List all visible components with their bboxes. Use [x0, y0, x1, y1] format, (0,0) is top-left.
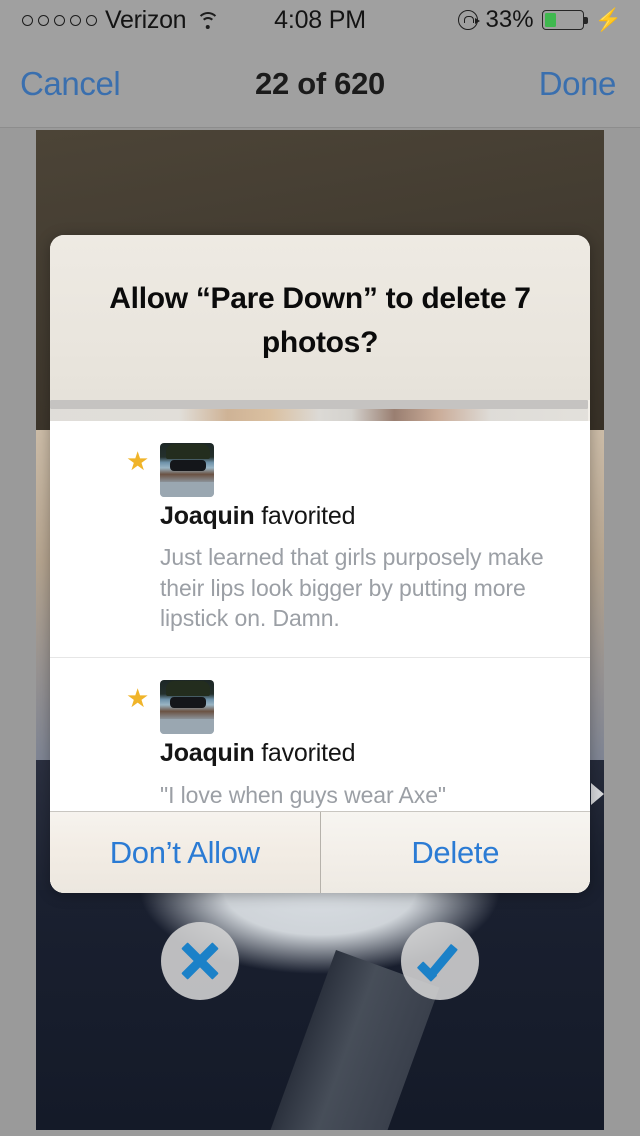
- notification-quote: "I love when guys wear Axe": [160, 781, 446, 808]
- permission-alert-dialog: Allow “Pare Down” to delete 7 photos? ★ …: [50, 235, 590, 893]
- reject-photo-button[interactable]: [161, 922, 239, 1000]
- done-button[interactable]: Done: [539, 65, 617, 103]
- status-bar-right: 33% ⚡: [457, 0, 622, 40]
- notification-action: favorited: [261, 739, 356, 768]
- notification-action: favorited: [261, 502, 356, 530]
- notification-title: Joaquin favorited: [160, 738, 562, 769]
- notification-title: Joaquin favorited: [160, 501, 562, 532]
- list-item[interactable]: ★ Joaquin favorited Just learned that gi…: [50, 421, 590, 658]
- notification-actor: Joaquin: [160, 502, 255, 530]
- battery-percent-label: 33%: [485, 6, 534, 33]
- check-mark-icon: [417, 940, 463, 982]
- rotation-lock-icon: [457, 10, 480, 30]
- battery-icon: [541, 10, 588, 30]
- accept-photo-button[interactable]: [401, 922, 479, 1000]
- charging-bolt-icon: ⚡: [594, 7, 622, 32]
- scrollbar-track[interactable]: [50, 400, 588, 409]
- alert-button-row: Don’t Allow Delete: [50, 811, 590, 893]
- notification-actor: Joaquin: [160, 739, 255, 768]
- dont-allow-button[interactable]: Don’t Allow: [50, 812, 321, 893]
- status-bar: Verizon 4:08 PM 33% ⚡: [0, 0, 640, 40]
- photo-strip-preview: [50, 409, 588, 421]
- alert-header: Allow “Pare Down” to delete 7 photos?: [50, 235, 590, 400]
- alert-title: Allow “Pare Down” to delete 7 photos?: [109, 282, 531, 360]
- x-mark-icon: [179, 940, 221, 982]
- photo-action-row: [36, 922, 604, 1000]
- avatar: [160, 680, 214, 735]
- battery-fill: [544, 13, 557, 27]
- delete-button[interactable]: Delete: [320, 812, 590, 893]
- navigation-bar: Cancel 22 of 620 Done: [0, 40, 640, 128]
- avatar: [160, 443, 214, 497]
- notification-body: Just learned that girls purposely make t…: [160, 544, 544, 631]
- star-icon: ★: [126, 446, 150, 476]
- star-icon: ★: [126, 683, 150, 714]
